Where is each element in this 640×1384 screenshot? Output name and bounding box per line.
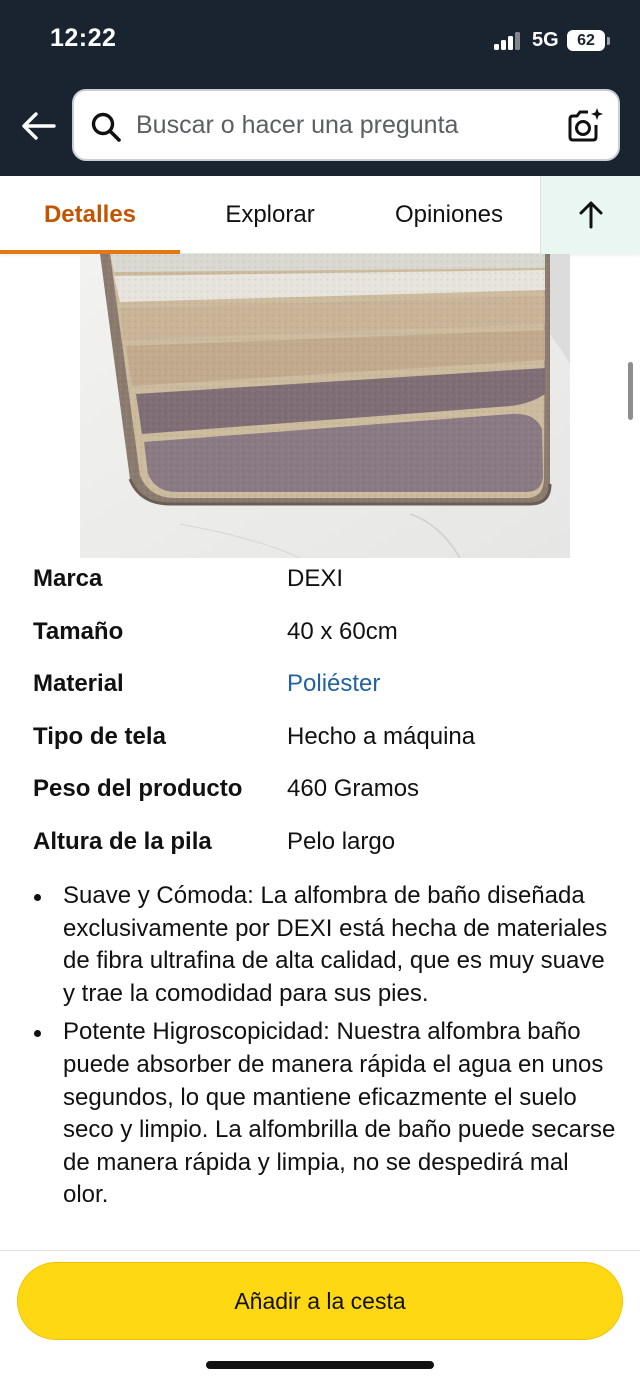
bullet-item: Suave y Cómoda: La alfombra de baño dise… [30, 880, 620, 1010]
spec-label: Material [33, 670, 124, 697]
camera-search-icon[interactable] [564, 105, 606, 147]
home-indicator [206, 1361, 434, 1369]
network-label: 5G [532, 29, 559, 51]
bath-mat-image [80, 254, 570, 558]
tab-opiniones[interactable]: Opiniones [360, 176, 538, 254]
product-image [80, 254, 570, 558]
spec-value: 40 x 60cm [287, 617, 398, 645]
scroll-indicator[interactable] [628, 362, 633, 420]
scroll-to-top-button[interactable] [540, 176, 640, 254]
battery-tip [607, 37, 610, 45]
signal-icon [494, 32, 524, 50]
search-icon [91, 112, 121, 142]
material-link[interactable]: Poliéster [287, 670, 380, 698]
spec-label: Marca [33, 565, 103, 592]
spec-label: Altura de la pila [33, 827, 212, 855]
tab-detalles[interactable]: Detalles [0, 176, 180, 254]
spec-value: Pelo largo [287, 827, 396, 855]
spec-row-tamano: Tamaño 40 x 60cm [33, 610, 613, 663]
bottom-action-bar: Añadir a la cesta [0, 1250, 640, 1384]
feature-bullets: Suave y Cómoda: La alfombra de baño dise… [30, 880, 620, 1218]
spec-row-material: Material Poliéster [33, 662, 613, 715]
battery-icon: 62 [567, 30, 605, 51]
spec-label: Peso del producto [33, 775, 243, 802]
tab-bar: Detalles Explorar Opiniones [0, 176, 640, 254]
arrow-left-icon [22, 112, 56, 140]
spec-row-marca: Marca DEXI [33, 557, 613, 610]
app-header: 12:22 5G 62 [0, 0, 640, 176]
add-to-cart-button[interactable]: Añadir a la cesta [17, 1262, 623, 1340]
spec-row-altura-pila: Altura de la pila Pelo largo [33, 820, 613, 873]
spec-label: Tamaño [33, 617, 124, 645]
bullet-item: Potente Higroscopicidad: Nuestra alfombr… [30, 1016, 620, 1212]
arrow-up-icon [579, 201, 602, 229]
spec-value: DEXI [287, 565, 344, 592]
spec-value: 460 Gramos [287, 775, 420, 802]
search-bar[interactable] [72, 89, 620, 161]
status-time: 12:22 [50, 24, 117, 52]
spec-row-tipo-de-tela: Tipo de tela Hecho a máquina [33, 715, 613, 768]
spec-value: Hecho a máquina [287, 722, 476, 750]
spec-row-peso: Peso del producto 460 Gramos [33, 767, 613, 820]
search-input[interactable] [136, 105, 556, 145]
tab-explorar[interactable]: Explorar [180, 176, 360, 254]
spec-label: Tipo de tela [33, 722, 166, 750]
back-button[interactable] [18, 106, 58, 146]
product-specs: Marca DEXI Tamaño 40 x 60cm Material Pol… [33, 557, 613, 872]
